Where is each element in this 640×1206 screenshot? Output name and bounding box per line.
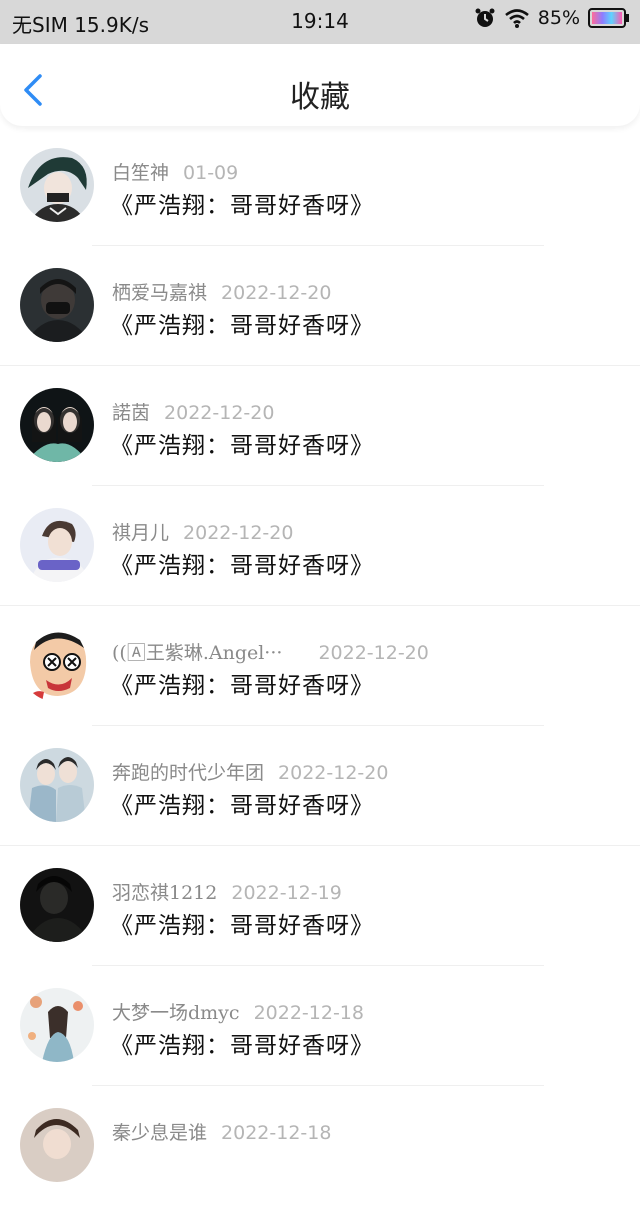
avatar[interactable] — [20, 988, 94, 1062]
item-date: 2022-12-20 — [318, 642, 429, 664]
item-content[interactable]: 《严浩翔：哥哥好香呀》 — [110, 1026, 374, 1060]
favorites-list: 白笙神 01-09 《严浩翔：哥哥好香呀》 栖爱马嘉祺 2022-12-20 《严浩… — [0, 126, 640, 1206]
item-meta: 栖爱马嘉祺 2022-12-20 — [112, 278, 331, 305]
item-date: 2022-12-18 — [253, 1002, 364, 1024]
item-date: 2022-12-19 — [231, 882, 342, 904]
item-date: 2022-12-20 — [183, 522, 294, 544]
user-name[interactable]: 諾茵 — [112, 402, 150, 424]
avatar[interactable] — [20, 148, 94, 222]
status-bar: 无SIM 15.9K/s 19:14 85% — [0, 0, 640, 44]
list-item[interactable]: ((🄰王紫琳.Angel··· 2022-12-20 《严浩翔：哥哥好香呀》 — [0, 606, 640, 726]
user-name[interactable]: ((🄰王紫琳.Angel··· — [112, 642, 282, 664]
item-content[interactable]: 《严浩翔：哥哥好香呀》 — [110, 306, 374, 340]
avatar[interactable] — [20, 508, 94, 582]
item-meta: ((🄰王紫琳.Angel··· 2022-12-20 — [112, 638, 429, 665]
item-meta: 秦少息是谁 2022-12-18 — [112, 1118, 331, 1145]
item-content[interactable]: 《严浩翔：哥哥好香呀》 — [110, 666, 374, 700]
item-meta: 羽恋祺1212 2022-12-19 — [112, 878, 342, 905]
item-date: 01-09 — [183, 162, 239, 184]
battery-icon — [588, 8, 629, 28]
item-meta: 祺月儿 2022-12-20 — [112, 518, 293, 545]
avatar[interactable] — [20, 388, 94, 462]
list-item[interactable]: 諾茵 2022-12-20 《严浩翔：哥哥好香呀》 — [0, 366, 640, 486]
avatar[interactable] — [20, 1108, 94, 1182]
avatar[interactable] — [20, 868, 94, 942]
list-item[interactable]: 羽恋祺1212 2022-12-19 《严浩翔：哥哥好香呀》 — [0, 846, 640, 966]
item-date: 2022-12-20 — [164, 402, 275, 424]
avatar[interactable] — [20, 748, 94, 822]
item-meta: 諾茵 2022-12-20 — [112, 398, 274, 425]
user-name[interactable]: 祺月儿 — [112, 522, 169, 544]
user-name[interactable]: 白笙神 — [112, 162, 169, 184]
user-name[interactable]: 奔跑的时代少年团 — [112, 762, 264, 784]
item-meta: 奔跑的时代少年团 2022-12-20 — [112, 758, 388, 785]
user-name[interactable]: 羽恋祺1212 — [112, 882, 217, 904]
item-content[interactable]: 《严浩翔：哥哥好香呀》 — [110, 786, 374, 820]
item-meta: 大梦一场dmyc 2022-12-18 — [112, 998, 364, 1025]
item-date: 2022-12-20 — [278, 762, 389, 784]
user-name[interactable]: 栖爱马嘉祺 — [112, 282, 207, 304]
list-item[interactable]: 白笙神 01-09 《严浩翔：哥哥好香呀》 — [0, 126, 640, 246]
avatar[interactable] — [20, 628, 94, 702]
wifi-icon — [504, 9, 529, 28]
status-icons: 85% — [474, 7, 630, 29]
item-content[interactable]: 《严浩翔：哥哥好香呀》 — [110, 186, 374, 220]
list-item[interactable]: 栖爱马嘉祺 2022-12-20 《严浩翔：哥哥好香呀》 — [0, 246, 640, 366]
user-name[interactable]: 秦少息是谁 — [112, 1122, 207, 1144]
item-content[interactable]: 《严浩翔：哥哥好香呀》 — [110, 426, 374, 460]
nav-bar: 收藏 — [0, 44, 640, 126]
user-name[interactable]: 大梦一场dmyc — [112, 1002, 240, 1024]
item-content[interactable]: 《严浩翔：哥哥好香呀》 — [110, 546, 374, 580]
alarm-icon — [475, 8, 495, 27]
page-title: 收藏 — [290, 80, 350, 115]
list-item[interactable]: 祺月儿 2022-12-20 《严浩翔：哥哥好香呀》 — [0, 486, 640, 606]
list-item[interactable]: 奔跑的时代少年团 2022-12-20 《严浩翔：哥哥好香呀》 — [0, 726, 640, 846]
list-item[interactable]: 大梦一场dmyc 2022-12-18 《严浩翔：哥哥好香呀》 — [0, 966, 640, 1086]
item-content[interactable]: 《严浩翔：哥哥好香呀》 — [110, 906, 374, 940]
avatar[interactable] — [20, 268, 94, 342]
list-item[interactable]: 秦少息是谁 2022-12-18 — [0, 1086, 640, 1206]
item-meta: 白笙神 01-09 — [112, 158, 238, 185]
item-date: 2022-12-20 — [221, 282, 332, 304]
item-date: 2022-12-18 — [221, 1122, 332, 1144]
battery-percent: 85% — [537, 7, 580, 29]
